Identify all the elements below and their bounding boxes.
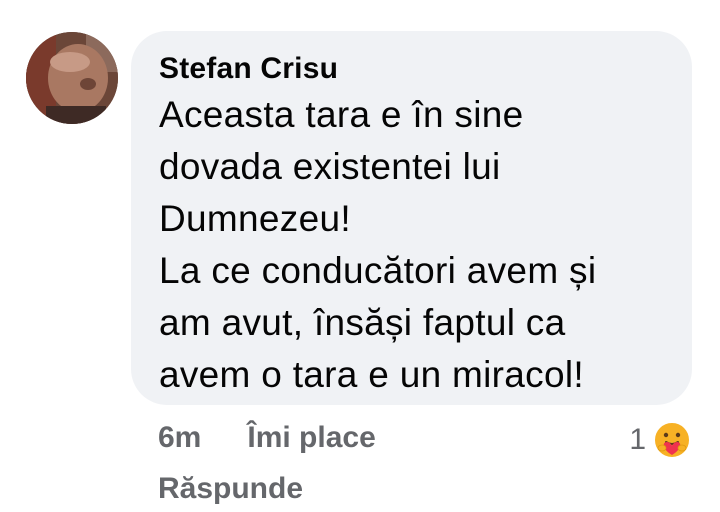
comment-timestamp[interactable]: 6m <box>158 420 201 456</box>
reaction-count: 1 <box>629 423 646 456</box>
comment-author[interactable]: Stefan Crisu <box>159 51 664 87</box>
like-button[interactable]: Îmi place <box>247 420 375 456</box>
care-reaction-icon <box>652 420 692 460</box>
reply-button[interactable]: Răspunde <box>158 471 303 507</box>
comment-bubble: Stefan Crisu Aceasta tara e în sine dova… <box>131 31 692 405</box>
comment-text: Aceasta tara e în sine dovada existentei… <box>159 94 597 395</box>
reaction-summary[interactable]: 1 <box>629 420 692 460</box>
avatar[interactable] <box>26 32 118 124</box>
comment-actions: 6m Îmi place <box>158 420 376 456</box>
profile-photo <box>26 32 118 124</box>
